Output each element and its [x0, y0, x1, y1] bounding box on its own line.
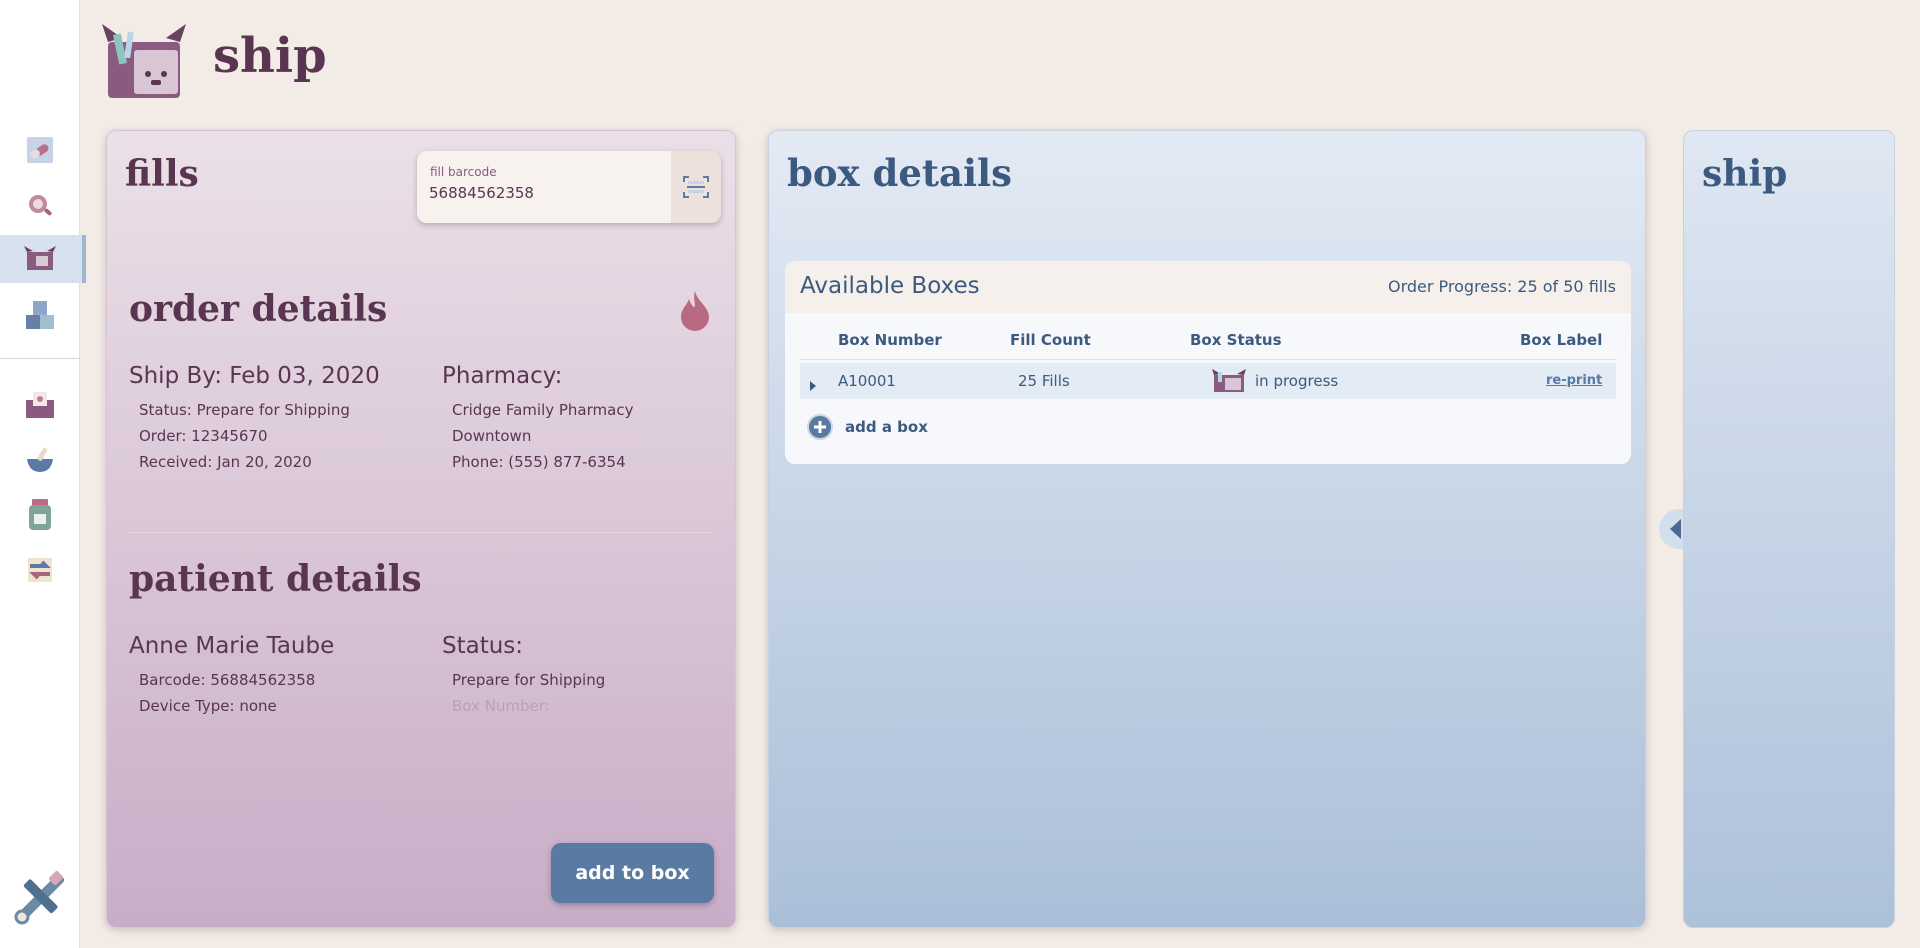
- add-to-box-button[interactable]: add to box: [551, 843, 714, 903]
- fill-count-cell: 25 Fills: [1018, 372, 1070, 390]
- chevron-left-icon: [1670, 519, 1681, 539]
- column-header-fill-count[interactable]: Fill Count: [1010, 331, 1091, 349]
- available-boxes-header: Available Boxes Order Progress: 25 of 50…: [785, 261, 1631, 313]
- ship-panel: ship: [1683, 130, 1895, 928]
- column-header-box-label[interactable]: Box Label: [1520, 331, 1602, 349]
- section-divider: [129, 259, 711, 260]
- add-circle-icon: [807, 414, 833, 440]
- patient-name: Anne Marie Taube: [129, 633, 335, 659]
- order-progress: Order Progress: 25 of 50 fills: [1387, 277, 1616, 296]
- available-boxes-title: Available Boxes: [800, 273, 980, 299]
- fill-barcode-field[interactable]: fill barcode: [417, 151, 721, 223]
- fills-panel: fills fill barcode order details Ship By…: [106, 130, 736, 928]
- ship-box-logo-icon: [100, 20, 188, 102]
- inbox-icon[interactable]: [20, 385, 60, 425]
- patient-details-title: patient details: [129, 558, 422, 600]
- box-status-cell: in progress: [1255, 372, 1339, 390]
- fills-title: fills: [125, 153, 199, 195]
- box-number-cell: A10001: [838, 372, 896, 390]
- order-status: Status: Prepare for Shipping: [139, 401, 350, 419]
- fill-barcode-input[interactable]: [429, 184, 659, 202]
- box-number-label: Box Number:: [452, 697, 550, 715]
- ship-panel-title: ship: [1702, 153, 1788, 195]
- mortar-pestle-icon[interactable]: [20, 440, 60, 480]
- transfer-icon[interactable]: [20, 550, 60, 590]
- fill-icon[interactable]: [20, 130, 60, 170]
- available-boxes-card: Available Boxes Order Progress: 25 of 50…: [785, 261, 1631, 464]
- ship-icon[interactable]: [20, 239, 60, 279]
- pharmacy-location: Downtown: [452, 427, 532, 445]
- fill-barcode-label: fill barcode: [430, 165, 497, 179]
- add-a-box-label: add a box: [845, 418, 928, 436]
- reprint-label-link[interactable]: re-print: [1546, 373, 1602, 388]
- received-date: Received: Jan 20, 2020: [139, 453, 312, 471]
- device-type: Device Type: none: [139, 697, 277, 715]
- barcode-scan-button[interactable]: [671, 151, 721, 223]
- table-row[interactable]: A10001 25 Fills in progress re-print: [800, 363, 1616, 399]
- search-icon[interactable]: [20, 185, 60, 225]
- wrench-screwdriver-icon[interactable]: [12, 868, 68, 928]
- barcode-scan-icon: [683, 176, 709, 198]
- order-details-title: order details: [129, 288, 388, 330]
- add-a-box-button[interactable]: add a box: [807, 414, 928, 440]
- patient-barcode: Barcode: 56884562358: [139, 671, 316, 689]
- priority-flame-icon: [679, 289, 711, 335]
- ship-by: Ship By: Feb 03, 2020: [129, 363, 380, 389]
- pill-bottle-icon[interactable]: [20, 495, 60, 535]
- boxes-icon[interactable]: [20, 295, 60, 335]
- box-details-title: box details: [787, 151, 1012, 195]
- sidebar: [0, 0, 86, 948]
- pharmacy-name: Cridge Family Pharmacy: [452, 401, 634, 419]
- expand-row-icon[interactable]: [809, 376, 817, 395]
- section-divider: [129, 532, 711, 533]
- pharmacy-label: Pharmacy:: [442, 363, 563, 389]
- table-header-divider: [800, 359, 1616, 360]
- order-number: Order: 12345670: [139, 427, 268, 445]
- pharmacy-phone: Phone: (555) 877-6354: [452, 453, 626, 471]
- page-title: ship: [213, 28, 327, 84]
- box-details-panel: box details Available Boxes Order Progre…: [768, 130, 1646, 928]
- box-status-icon: [1212, 369, 1246, 397]
- column-header-box-number[interactable]: Box Number: [838, 331, 942, 349]
- column-header-box-status[interactable]: Box Status: [1190, 331, 1282, 349]
- patient-status-label: Status:: [442, 633, 524, 659]
- sidebar-divider: [0, 358, 80, 359]
- patient-status-value: Prepare for Shipping: [452, 671, 606, 689]
